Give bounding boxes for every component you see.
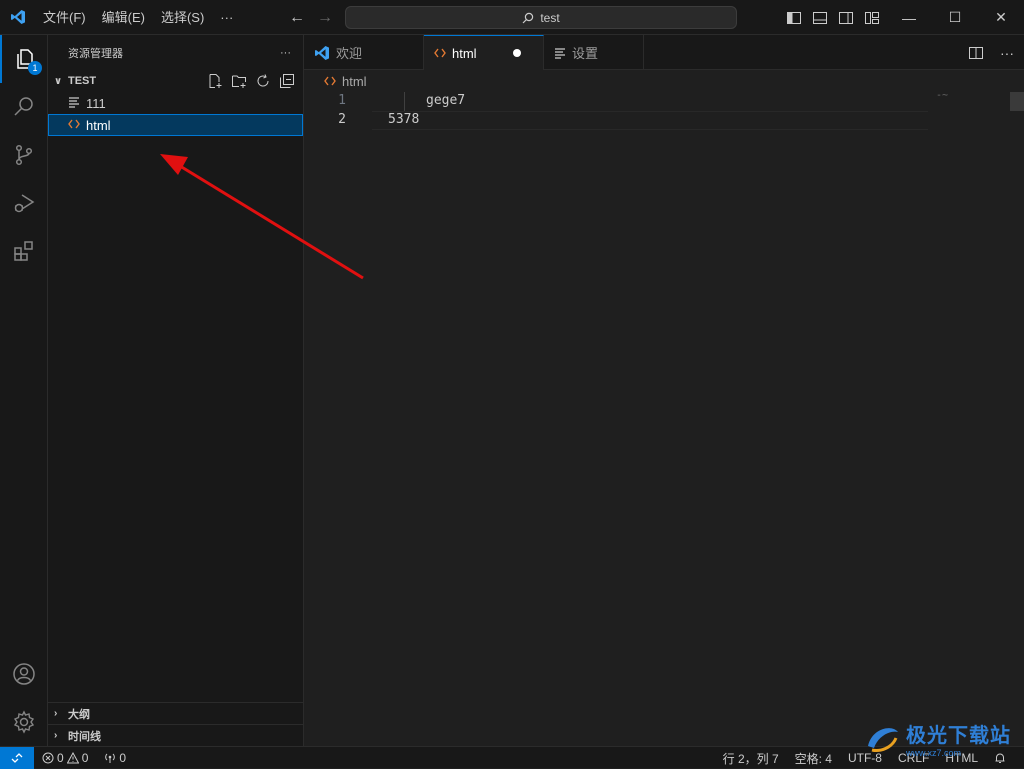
forward-arrow-icon[interactable]: → — [316, 9, 334, 27]
warning-count: 0 — [81, 750, 89, 765]
breadcrumb-file: html — [342, 73, 367, 89]
menu-edit[interactable]: 编辑(E) — [94, 0, 153, 35]
close-icon[interactable]: ✕ — [978, 0, 1024, 35]
section-actions — [207, 73, 295, 89]
vertical-scrollbar[interactable] — [1010, 92, 1024, 111]
tab-html[interactable]: html — [424, 35, 544, 70]
search-icon — [522, 12, 534, 23]
file-name: 111 — [86, 95, 106, 111]
remote-indicator-icon[interactable] — [0, 746, 34, 769]
code-line: 5378 — [388, 112, 420, 127]
menu-more[interactable]: ··· — [212, 0, 241, 35]
indentation-status[interactable]: 空格: 4 — [787, 750, 840, 767]
minimap[interactable]: -~ — [936, 90, 948, 101]
tab-label: 欢迎 — [336, 46, 363, 61]
line-number: 1 — [338, 93, 346, 108]
explorer-sidebar: 资源管理器 ··· ∨ TEST 111 html › 大纲 › 时间线 — [48, 35, 304, 746]
warning-icon — [66, 751, 79, 763]
indent-guide — [404, 92, 405, 111]
editor-more-icon[interactable]: ··· — [1000, 45, 1014, 61]
window-controls: — ☐ ✕ — [886, 0, 1024, 35]
error-count: 0 — [57, 750, 64, 765]
command-center-search[interactable]: test — [345, 6, 737, 29]
site-watermark: 极光下载站 www.xz7.com — [862, 716, 1024, 760]
search-icon[interactable] — [0, 83, 48, 131]
watermark-logo-icon — [868, 728, 898, 752]
tab-welcome[interactable]: 欢迎 — [304, 35, 424, 70]
split-editor-icon[interactable] — [968, 45, 984, 61]
source-control-icon[interactable] — [0, 131, 48, 179]
menu-selection[interactable]: 选择(S) — [153, 0, 212, 35]
refresh-icon[interactable] — [255, 73, 271, 89]
toggle-panel-icon[interactable] — [812, 10, 828, 26]
text-file-icon — [66, 96, 82, 111]
unsaved-dot-icon[interactable] — [512, 49, 521, 57]
maximize-icon[interactable]: ☐ — [932, 0, 978, 35]
code-editor[interactable]: 1 2 gege7 5378 -~ — [304, 90, 1024, 746]
extensions-icon[interactable] — [0, 227, 48, 275]
manage-gear-icon[interactable] — [0, 698, 48, 746]
sidebar-header: 资源管理器 ··· — [48, 35, 303, 70]
tab-label: 设置 — [572, 46, 599, 61]
new-folder-icon[interactable] — [231, 73, 247, 89]
explorer-badge: 1 — [28, 61, 42, 75]
menu-bar: 文件(F) 编辑(E) 选择(S) ··· — [35, 0, 241, 35]
sidebar-title: 资源管理器 — [68, 47, 123, 60]
timeline-label: 时间线 — [68, 730, 101, 743]
menu-file[interactable]: 文件(F) — [35, 0, 94, 35]
run-debug-icon[interactable] — [0, 179, 48, 227]
vscode-logo-icon — [0, 0, 35, 35]
minimize-icon[interactable]: — — [886, 0, 932, 35]
search-text: test — [540, 10, 560, 25]
layout-controls — [786, 0, 880, 35]
chevron-right-icon: › — [54, 708, 58, 719]
accounts-icon[interactable] — [0, 650, 48, 698]
editor-tabs: 欢迎 html 设置 ··· — [304, 35, 1024, 70]
navigation-arrows: ← → — [288, 0, 334, 35]
code-line: gege7 — [426, 93, 466, 108]
broadcast-icon — [105, 753, 116, 763]
collapse-all-icon[interactable] — [279, 73, 295, 89]
breadcrumb[interactable]: html — [304, 70, 367, 92]
outline-label: 大纲 — [68, 708, 90, 721]
line-number: 2 — [338, 112, 346, 127]
file-item-111[interactable]: 111 — [48, 92, 303, 114]
back-arrow-icon[interactable]: ← — [288, 9, 306, 27]
html-file-icon — [66, 118, 82, 133]
file-item-html[interactable]: html — [48, 114, 303, 136]
file-name: html — [86, 117, 111, 133]
folder-section-test[interactable]: ∨ TEST — [48, 70, 303, 92]
new-file-icon[interactable] — [207, 73, 223, 89]
problems-status[interactable]: 0 0 — [34, 751, 96, 765]
activity-bar: 1 — [0, 35, 48, 746]
watermark-text: 极光下载站 — [906, 724, 1011, 747]
toggle-primary-sidebar-icon[interactable] — [786, 10, 802, 26]
html-file-icon — [434, 48, 446, 58]
customize-layout-icon[interactable] — [864, 10, 880, 26]
html-file-icon — [324, 76, 336, 86]
tab-actions: ··· — [968, 35, 1014, 70]
views-more-button[interactable]: ··· — [280, 47, 291, 59]
outline-section[interactable]: › 大纲 — [48, 702, 303, 724]
watermark-url: www.xz7.com — [906, 747, 962, 758]
explorer-icon[interactable]: 1 — [0, 35, 48, 83]
timeline-section[interactable]: › 时间线 — [48, 724, 303, 746]
ports-count: 0 — [119, 750, 127, 765]
folder-section-label: TEST — [68, 75, 97, 87]
chevron-down-icon: ∨ — [54, 75, 63, 87]
title-bar: 文件(F) 编辑(E) 选择(S) ··· ← → test — ☐ ✕ — [0, 0, 1024, 35]
vscode-logo-icon — [315, 45, 329, 60]
chevron-right-icon: › — [54, 730, 58, 741]
current-line-highlight — [372, 111, 928, 130]
cursor-position[interactable]: 行 2，列 7 — [715, 750, 787, 767]
toggle-secondary-sidebar-icon[interactable] — [838, 10, 854, 26]
error-icon — [42, 752, 54, 763]
tab-label: html — [452, 45, 477, 61]
tab-settings[interactable]: 设置 — [544, 35, 644, 70]
settings-list-icon — [555, 47, 565, 59]
ports-status[interactable]: 0 — [96, 751, 134, 765]
